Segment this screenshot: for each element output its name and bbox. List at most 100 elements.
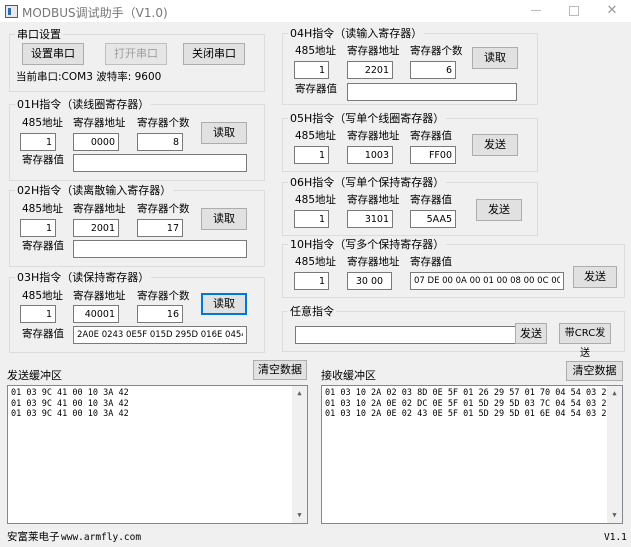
cmd10-addr-label: 485地址 [295,256,337,268]
cmd01-reg-input[interactable] [73,133,119,151]
list-item: 01 03 9C 41 00 10 3A 42 [11,398,129,409]
cmd04-read-button[interactable]: 读取 [472,47,518,69]
open-port-button[interactable]: 打开串口 [105,43,167,65]
cmd01-value-field[interactable] [73,154,247,172]
cmd04-count-label: 寄存器个数 [410,45,463,57]
scroll-down-icon[interactable]: ▼ [607,508,622,523]
cmd04-count-input[interactable] [410,61,456,79]
cmd01-title: 01H指令（读线圈寄存器） [15,98,152,111]
tx-buffer-list[interactable]: 01 03 9C 41 00 10 3A 42 01 03 9C 41 00 10… [7,385,308,524]
cmd02-count-input[interactable] [137,219,183,237]
app-icon [5,5,18,18]
cmd04-addr-label: 485地址 [295,45,337,57]
cmd10-send-button[interactable]: 发送 [573,266,617,288]
cmd06-reg-input[interactable] [347,210,393,228]
cmd10-addr-input[interactable] [294,272,329,290]
footer-version: V1.1 [604,532,627,543]
close-port-button[interactable]: 关闭串口 [183,43,245,65]
cmd10-reg-label: 寄存器地址 [347,256,400,268]
rx-scrollbar[interactable]: ▲ ▼ [607,386,622,523]
cmd02-group: 02H指令（读离散输入寄存器） 485地址 寄存器地址 寄存器个数 读取 寄存器… [9,184,265,267]
scroll-up-icon[interactable]: ▲ [607,386,622,401]
cmd04-reg-input[interactable] [347,61,393,79]
cmd05-val-input[interactable] [410,146,456,164]
cmd01-addr-label: 485地址 [22,117,64,129]
tx-buffer-label: 发送缓冲区 [7,369,62,382]
cmd05-reg-label: 寄存器地址 [347,130,400,142]
cmd02-addr-label: 485地址 [22,203,64,215]
cmd06-addr-label: 485地址 [295,194,337,206]
cmd10-val-label: 寄存器值 [410,256,452,268]
maximize-button[interactable] [555,0,593,22]
list-item: 01 03 9C 41 00 10 3A 42 [11,388,129,398]
custom-send-button[interactable]: 发送 [515,323,547,344]
cmd05-send-button[interactable]: 发送 [472,134,518,156]
cmd06-title: 06H指令（写单个保持寄存器） [288,176,447,189]
cmd01-reg-label: 寄存器地址 [73,117,126,129]
minimize-icon [531,10,541,11]
cmd01-group: 01H指令（读线圈寄存器） 485地址 寄存器地址 寄存器个数 读取 寄存器值 [9,98,265,181]
cmd02-read-button[interactable]: 读取 [201,208,247,230]
custom-crc-send-button[interactable]: 带CRC发送 [559,323,611,359]
cmd05-group: 05H指令（写单个线圈寄存器） 485地址 寄存器地址 寄存器值 发送 [282,112,538,172]
cmd03-group: 03H指令（读保持寄存器） 485地址 寄存器地址 寄存器个数 读取 寄存器值 [9,271,265,353]
close-window-button[interactable]: ✕ [593,0,631,22]
cmd01-count-label: 寄存器个数 [137,117,190,129]
window-title: MODBUS调试助手（V1.0) [22,6,168,20]
tx-clear-button[interactable]: 清空数据 [253,360,307,380]
maximize-icon [569,5,579,16]
list-item: 01 03 10 2A 0E 02 43 0E 5F 01 5D 29 5D 0… [325,409,623,419]
cmd05-val-label: 寄存器值 [410,130,452,142]
cmd04-group: 04H指令（读输入寄存器） 485地址 寄存器地址 寄存器个数 读取 寄存器值 [282,27,538,105]
cmd03-value-field[interactable] [73,326,247,344]
rx-clear-button[interactable]: 清空数据 [566,361,623,381]
cmd02-addr-input[interactable] [20,219,56,237]
cmd02-reg-input[interactable] [73,219,119,237]
tx-scrollbar[interactable]: ▲ ▼ [292,386,307,523]
cmd03-title: 03H指令（读保持寄存器） [15,271,152,284]
cmd03-addr-input[interactable] [20,305,56,323]
cmd02-value-field[interactable] [73,240,247,258]
cmd03-reg-input[interactable] [73,305,119,323]
list-item: 01 03 10 2A 0E 02 DC 0E 5F 01 5D 29 5D 0… [325,398,623,409]
footer-url: www.armfly.com [61,532,142,543]
custom-cmd-title: 任意指令 [288,305,336,318]
cmd06-group: 06H指令（写单个保持寄存器） 485地址 寄存器地址 寄存器值 发送 [282,176,538,236]
cmd02-count-label: 寄存器个数 [137,203,190,215]
cmd03-read-button[interactable]: 读取 [201,293,247,315]
cmd04-value-label: 寄存器值 [295,83,337,95]
cmd01-addr-input[interactable] [20,133,56,151]
cmd05-addr-input[interactable] [294,146,329,164]
list-item: 01 03 10 2A 02 03 8D 0E 5F 01 26 29 57 0… [325,388,623,398]
port-status: 当前串口:COM3 波特率: 9600 [16,71,162,83]
serial-settings-label: 串口设置 [15,28,63,41]
list-item: 01 03 9C 41 00 10 3A 42 [11,409,129,419]
setup-port-button[interactable]: 设置串口 [22,43,84,65]
serial-settings-group: 串口设置 设置串口 打开串口 关闭串口 当前串口:COM3 波特率: 9600 [9,28,265,92]
cmd10-val-input[interactable] [410,272,564,290]
cmd04-addr-input[interactable] [294,61,329,79]
scroll-down-icon[interactable]: ▼ [292,508,307,523]
cmd06-val-input[interactable] [410,210,456,228]
custom-cmd-group: 任意指令 发送 带CRC发送 [282,305,625,359]
cmd06-send-button[interactable]: 发送 [476,199,522,221]
cmd01-count-input[interactable] [137,133,183,151]
cmd10-group: 10H指令（写多个保持寄存器） 485地址 寄存器地址 寄存器值 发送 [282,238,625,298]
rx-buffer-list[interactable]: 01 03 10 2A 02 03 8D 0E 5F 01 26 29 57 0… [321,385,623,524]
title-bar: MODBUS调试助手（V1.0) ✕ [0,0,631,22]
minimize-button[interactable] [517,0,555,22]
cmd10-reg-input[interactable] [347,272,392,290]
cmd01-read-button[interactable]: 读取 [201,122,247,144]
cmd06-addr-input[interactable] [294,210,329,228]
cmd03-count-label: 寄存器个数 [137,290,190,302]
cmd10-title: 10H指令（写多个保持寄存器） [288,238,447,251]
cmd03-count-input[interactable] [137,305,183,323]
cmd05-reg-input[interactable] [347,146,393,164]
cmd03-addr-label: 485地址 [22,290,64,302]
cmd04-value-field[interactable] [347,83,517,101]
cmd05-title: 05H指令（写单个线圈寄存器） [288,112,447,125]
close-icon: ✕ [606,3,618,18]
custom-cmd-input[interactable] [295,326,517,344]
scroll-up-icon[interactable]: ▲ [292,386,307,401]
cmd01-value-label: 寄存器值 [22,154,64,166]
